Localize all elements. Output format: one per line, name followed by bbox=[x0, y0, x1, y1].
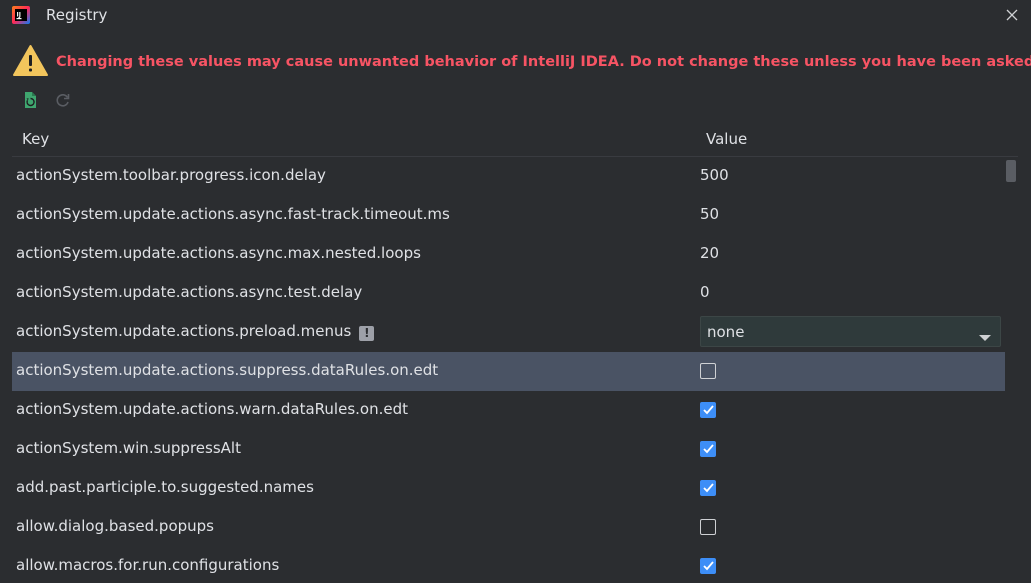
table-row[interactable]: actionSystem.update.actions.preload.menu… bbox=[12, 313, 1005, 352]
restore-defaults-icon[interactable] bbox=[18, 88, 42, 112]
preload-menus-dropdown[interactable]: none bbox=[700, 316, 1001, 347]
table-row[interactable]: actionSystem.toolbar.progress.icon.delay… bbox=[12, 157, 1005, 196]
table-row[interactable]: allow.macros.for.run.configurations bbox=[12, 547, 1005, 583]
registry-table: actionSystem.toolbar.progress.icon.delay… bbox=[12, 157, 1005, 583]
row-key: add.past.participle.to.suggested.names bbox=[16, 478, 314, 496]
value-checkbox[interactable] bbox=[700, 558, 716, 574]
row-key: actionSystem.update.actions.async.fast-t… bbox=[16, 205, 450, 223]
table-row[interactable]: add.past.participle.to.suggested.names bbox=[12, 469, 1005, 508]
table-row[interactable]: actionSystem.update.actions.async.fast-t… bbox=[12, 196, 1005, 235]
value-checkbox[interactable] bbox=[700, 441, 716, 457]
svg-text:IJ: IJ bbox=[17, 12, 21, 19]
value-checkbox[interactable] bbox=[700, 402, 716, 418]
table-row-selected[interactable]: actionSystem.update.actions.suppress.dat… bbox=[12, 352, 1005, 391]
warning-triangle-icon bbox=[12, 44, 49, 77]
row-key: actionSystem.update.actions.preload.menu… bbox=[16, 322, 375, 341]
table-row[interactable]: actionSystem.update.actions.async.max.ne… bbox=[12, 235, 1005, 274]
table-row[interactable]: allow.dialog.based.popups bbox=[12, 508, 1005, 547]
row-value[interactable]: 20 bbox=[700, 244, 719, 262]
table-row[interactable]: actionSystem.update.actions.async.test.d… bbox=[12, 274, 1005, 313]
restart-required-icon: ! bbox=[359, 326, 375, 341]
row-key: allow.macros.for.run.configurations bbox=[16, 556, 280, 574]
column-header-key[interactable]: Key bbox=[22, 130, 49, 148]
dropdown-selected-value: none bbox=[707, 323, 745, 341]
row-key-text: actionSystem.update.actions.preload.menu… bbox=[16, 322, 352, 340]
value-checkbox[interactable] bbox=[700, 519, 716, 535]
vertical-scrollbar[interactable] bbox=[1006, 160, 1016, 182]
warning-banner: Changing these values may cause unwanted… bbox=[12, 44, 1031, 80]
row-value[interactable]: 0 bbox=[700, 283, 710, 301]
row-value[interactable]: 50 bbox=[700, 205, 719, 223]
row-key: actionSystem.win.suppressAlt bbox=[16, 439, 241, 457]
row-key: actionSystem.update.actions.async.max.ne… bbox=[16, 244, 421, 262]
intellij-idea-icon: IJ bbox=[11, 5, 31, 25]
row-key: actionSystem.toolbar.progress.icon.delay bbox=[16, 166, 326, 184]
checkmark-icon bbox=[703, 444, 714, 454]
row-key: actionSystem.update.actions.suppress.dat… bbox=[16, 361, 439, 379]
value-checkbox[interactable] bbox=[700, 480, 716, 496]
row-key: allow.dialog.based.popups bbox=[16, 517, 214, 535]
registry-dialog: IJ Registry Changing these values may ca… bbox=[0, 0, 1031, 583]
row-key: actionSystem.update.actions.warn.dataRul… bbox=[16, 400, 408, 418]
refresh-icon[interactable] bbox=[51, 88, 75, 112]
table-row[interactable]: actionSystem.win.suppressAlt bbox=[12, 430, 1005, 469]
table-header: Key Value bbox=[12, 124, 1018, 157]
close-icon[interactable] bbox=[1002, 5, 1022, 25]
row-value[interactable]: 500 bbox=[700, 166, 729, 184]
window-title: Registry bbox=[46, 6, 108, 24]
table-row[interactable]: actionSystem.update.actions.warn.dataRul… bbox=[12, 391, 1005, 430]
checkmark-icon bbox=[703, 405, 714, 415]
column-header-value[interactable]: Value bbox=[706, 130, 747, 148]
chevron-down-icon bbox=[979, 327, 991, 341]
value-checkbox[interactable] bbox=[700, 363, 716, 379]
checkmark-icon bbox=[703, 483, 714, 493]
warning-text: Changing these values may cause unwanted… bbox=[56, 54, 1031, 70]
title-bar: IJ Registry bbox=[0, 0, 1031, 34]
checkmark-icon bbox=[703, 561, 714, 571]
row-key: actionSystem.update.actions.async.test.d… bbox=[16, 283, 363, 301]
